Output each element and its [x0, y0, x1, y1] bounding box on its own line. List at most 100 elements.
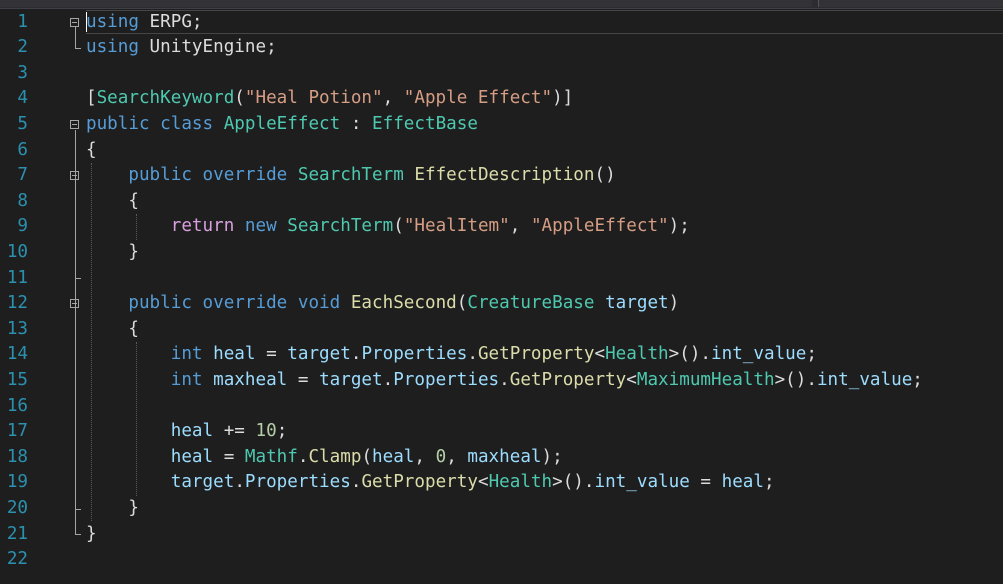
- code-token: {: [86, 190, 139, 211]
- code-token: ;: [912, 369, 923, 390]
- line-text[interactable]: heal += 10;: [86, 419, 288, 445]
- line-text[interactable]: heal = Mathf.Clamp(heal, 0, maxheal);: [86, 445, 563, 471]
- code-token: int_value: [711, 344, 807, 365]
- code-token: new: [244, 216, 277, 237]
- code-token: override: [202, 165, 288, 186]
- code-token: using: [86, 11, 139, 32]
- line-text[interactable]: return new SearchTerm("HealItem", "Apple…: [86, 214, 690, 240]
- code-token: SearchTerm: [287, 216, 394, 237]
- line-text[interactable]: public override SearchTerm EffectDescrip…: [86, 163, 615, 189]
- indent-guide-method-2: [136, 342, 137, 496]
- code-token: ,: [382, 88, 404, 109]
- line-text[interactable]: int maxheal = target.Properties.GetPrope…: [86, 368, 923, 394]
- collapse-method-effectdescription-icon[interactable]: [70, 171, 79, 181]
- code-line[interactable]: 4 [SearchKeyword("Heal Potion", "Apple Ef…: [0, 86, 1003, 112]
- member-navigation-dropdown[interactable]: [818, 0, 1003, 7]
- code-line[interactable]: 6{: [0, 138, 1003, 164]
- line-number: 9: [17, 216, 28, 237]
- code-line[interactable]: 3: [0, 61, 1003, 87]
- code-token: >().: [668, 344, 712, 365]
- code-line[interactable]: 9 return new SearchTerm("HealItem", "App…: [0, 214, 1003, 240]
- code-line[interactable]: 8 {: [0, 189, 1003, 215]
- code-token: EffectDescription: [414, 165, 595, 186]
- line-number: 5: [17, 113, 28, 134]
- line-text[interactable]: {: [86, 189, 139, 215]
- code-line[interactable]: 12 public override void EachSecond(Creat…: [0, 291, 1003, 317]
- code-line[interactable]: 20 }: [0, 496, 1003, 522]
- code-token: (: [234, 88, 245, 109]
- line-number: 16: [6, 395, 28, 416]
- code-token: UnityEngine;: [138, 37, 277, 58]
- line-text[interactable]: using ERPG;: [86, 10, 203, 36]
- fold-range-method-1: [75, 180, 76, 279]
- line-number: 17: [6, 421, 28, 442]
- code-token: GetProperty: [509, 369, 627, 390]
- line-text[interactable]: public class AppleEffect : EffectBase: [86, 112, 478, 138]
- code-token: SearchKeyword: [96, 88, 235, 109]
- code-line[interactable]: 2 using UnityEngine;: [0, 35, 1003, 61]
- indent-guide-class: [91, 163, 92, 522]
- fold-range-method-1-end: [75, 278, 81, 280]
- code-line[interactable]: 17 heal += 10;: [0, 419, 1003, 445]
- line-text[interactable]: [SearchKeyword("Heal Potion", "Apple Eff…: [86, 86, 573, 112]
- code-token: Clamp: [308, 446, 362, 467]
- line-number: 13: [6, 318, 28, 339]
- code-token: "HealItem": [403, 216, 510, 237]
- code-token: EffectBase: [372, 113, 478, 134]
- code-token: target: [287, 344, 351, 365]
- line-text[interactable]: }: [86, 522, 97, 548]
- line-text[interactable]: target.Properties.GetProperty<Health>().…: [86, 470, 775, 496]
- code-line[interactable]: 11: [0, 266, 1003, 292]
- code-line[interactable]: 18 heal = Mathf.Clamp(heal, 0, maxheal);: [0, 445, 1003, 471]
- code-token: .: [350, 344, 362, 365]
- line-number: 20: [6, 497, 28, 518]
- code-line[interactable]: 15 int maxheal = target.Properties.GetPr…: [0, 368, 1003, 394]
- code-line[interactable]: 16: [0, 394, 1003, 420]
- code-token: public: [128, 165, 192, 186]
- type-navigation-dropdown[interactable]: [0, 0, 812, 7]
- code-token: }: [86, 523, 97, 544]
- code-editor[interactable]: 1 using ERPG; 2 using UnityEngine; 3 4 [Search…: [0, 0, 1003, 584]
- code-token: .: [467, 344, 478, 365]
- code-token: {: [86, 139, 97, 160]
- line-text[interactable]: }: [86, 496, 139, 522]
- indent-guide-method-1: [136, 214, 137, 240]
- code-line[interactable]: 1 using ERPG;: [0, 10, 1003, 36]
- code-line[interactable]: 13 {: [0, 317, 1003, 343]
- line-number: 12: [6, 293, 28, 314]
- line-number: 11: [6, 267, 28, 288]
- collapse-usings-icon[interactable]: [70, 17, 79, 27]
- code-line[interactable]: 10 }: [0, 240, 1003, 266]
- code-token: <: [626, 369, 637, 390]
- code-line[interactable]: 22: [0, 547, 1003, 573]
- code-token: (: [393, 216, 404, 237]
- code-token: public: [86, 113, 150, 134]
- line-text[interactable]: }: [86, 240, 139, 266]
- code-token: :: [340, 113, 373, 134]
- code-token: ): [668, 293, 680, 314]
- code-token: Properties: [244, 472, 351, 493]
- code-line[interactable]: 14 int heal = target.Properties.GetPrope…: [0, 342, 1003, 368]
- code-token: GetProperty: [477, 344, 595, 365]
- code-token: ERPG;: [138, 11, 203, 32]
- line-text[interactable]: {: [86, 138, 97, 164]
- code-line[interactable]: 5 public class AppleEffect : EffectBase: [0, 112, 1003, 138]
- fold-range-usings: [75, 27, 76, 48]
- collapse-method-eachsecond-icon[interactable]: [70, 299, 79, 309]
- line-text[interactable]: public override void EachSecond(Creature…: [86, 291, 679, 317]
- code-line[interactable]: 21}: [0, 522, 1003, 548]
- code-line[interactable]: 19 target.Properties.GetProperty<Health>…: [0, 470, 1003, 496]
- line-text[interactable]: using UnityEngine;: [86, 35, 277, 61]
- code-line[interactable]: 7 public override SearchTerm EffectDescr…: [0, 163, 1003, 189]
- line-text[interactable]: int heal = target.Properties.GetProperty…: [86, 342, 817, 368]
- line-number: 15: [6, 369, 28, 390]
- line-text[interactable]: {: [86, 317, 139, 343]
- code-token: MaximumHealth: [636, 369, 775, 390]
- line-number: 7: [17, 165, 28, 186]
- code-token: override: [202, 293, 288, 314]
- collapse-class-icon[interactable]: [70, 120, 79, 130]
